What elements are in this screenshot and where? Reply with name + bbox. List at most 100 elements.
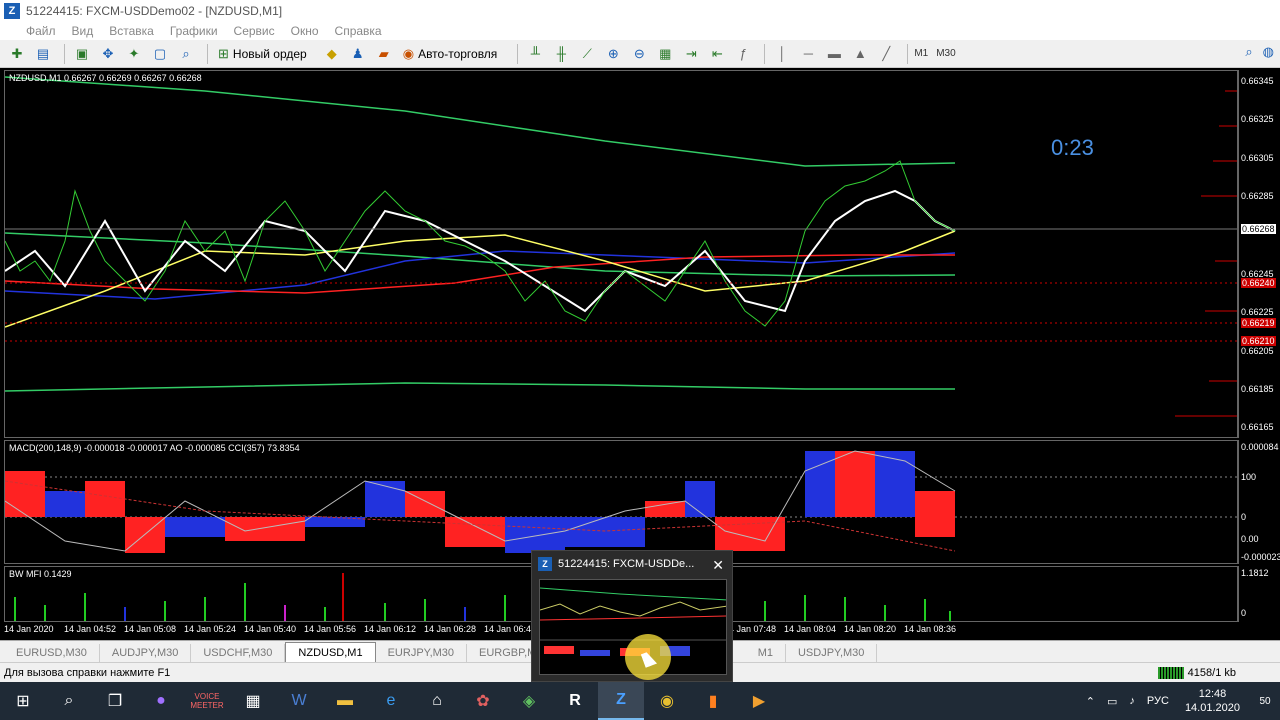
zoom-in-icon[interactable]: ⊕	[602, 44, 624, 64]
stats-app-icon[interactable]: ▮	[690, 682, 736, 720]
menu-tools[interactable]: Сервис	[226, 24, 283, 38]
menu-help[interactable]: Справка	[327, 24, 390, 38]
search-icon[interactable]: ⌕	[1245, 44, 1252, 60]
data-window-icon[interactable]: ✥	[97, 44, 119, 64]
new-chart-icon[interactable]: ✚	[6, 44, 28, 64]
edge-icon[interactable]: e	[368, 682, 414, 720]
search-icon[interactable]: ⌕	[46, 682, 92, 720]
macd-scale[interactable]: 0.000084 100 0 0.00 -0.000023	[1238, 440, 1280, 564]
price-label: 0.66325	[1241, 114, 1274, 124]
time-label: 14 Jan 05:56	[304, 624, 357, 634]
chart-shift-icon[interactable]: ⇤	[706, 44, 728, 64]
menu-view[interactable]: Вид	[64, 24, 102, 38]
metatrader-taskbar-icon[interactable]: Z	[598, 682, 644, 720]
price-label: 0.66305	[1241, 153, 1274, 163]
tab-eurjpy-m30[interactable]: EURJPY,M30	[376, 644, 468, 662]
new-order-label: Новый ордер	[232, 46, 307, 61]
candlestick-icon[interactable]: ╫	[550, 44, 572, 64]
toolbar-separator	[517, 43, 519, 64]
ma-white	[5, 189, 956, 313]
clock-time: 12:48	[1198, 688, 1227, 700]
task-view-icon[interactable]: ❐	[92, 682, 138, 720]
options-icon[interactable]: ▰	[373, 44, 395, 64]
profiles-icon[interactable]: ▤	[32, 44, 54, 64]
rectangle-icon[interactable]: ▬	[823, 44, 845, 64]
network-app-icon[interactable]: ◈	[506, 682, 552, 720]
calculator-icon[interactable]: ▦	[230, 682, 276, 720]
new-order-button[interactable]: ⊞ Новый ордер	[214, 44, 311, 64]
community-icon[interactable]: ◍	[1263, 44, 1274, 60]
tab-usdjpy-m30[interactable]: USDJPY,M30	[786, 644, 878, 662]
tab-usdchf-m30[interactable]: USDCHF,M30	[191, 644, 286, 662]
macd-pane[interactable]: MACD(200,148,9) -0.000018 -0.000017 AO -…	[4, 440, 1238, 564]
thumb-ma-green	[540, 587, 726, 601]
bar-chart-icon[interactable]: ╨	[524, 44, 546, 64]
mfi-scale-label: 1.1812	[1241, 568, 1269, 578]
zoom-out-icon[interactable]: ⊖	[628, 44, 650, 64]
chrome-icon[interactable]: ◉	[644, 682, 690, 720]
indicators-icon[interactable]: ƒ	[732, 44, 754, 64]
indicator-scale-label: 0	[1241, 512, 1247, 522]
start-button-icon[interactable]: ⊞	[0, 682, 46, 720]
file-explorer-icon[interactable]: ▬	[322, 682, 368, 720]
menu-file[interactable]: Файл	[0, 24, 64, 38]
close-icon[interactable]: ✕	[712, 557, 724, 574]
toolbar-separator	[764, 43, 766, 64]
vertical-line-icon[interactable]: │	[771, 44, 793, 64]
menu-insert[interactable]: Вставка	[101, 24, 162, 38]
market-watch-icon[interactable]: ▣	[71, 44, 93, 64]
clock-date: 14.01.2020	[1184, 702, 1240, 714]
word-icon[interactable]: W	[276, 682, 322, 720]
video-app-icon[interactable]: ▶	[736, 682, 782, 720]
store-icon[interactable]: ⌂	[414, 682, 460, 720]
price-pane[interactable]: NZDUSD,M1 0.66267 0.66269 0.66267 0.6626…	[4, 70, 1238, 438]
r-app-icon[interactable]: R	[552, 682, 598, 720]
help-hint: Для вызова справки нажмите F1	[4, 666, 171, 679]
time-label: 14 Jan 08:20	[844, 624, 897, 634]
notifications-icon[interactable]: 50	[1250, 689, 1280, 713]
paint-icon[interactable]: ✿	[460, 682, 506, 720]
chevron-up-icon[interactable]: ⌃	[1080, 695, 1101, 708]
toolbar-separator	[64, 43, 65, 64]
menu-charts[interactable]: Графики	[162, 24, 226, 38]
tab-eurusd-m30[interactable]: EURUSD,M30	[4, 644, 100, 662]
tab-m1[interactable]: M1	[746, 644, 786, 662]
price-label: 0.66165	[1241, 422, 1274, 432]
tester-icon[interactable]: ⌕	[175, 44, 197, 64]
tab-nzdusd-m1[interactable]: NZDUSD,M1	[285, 642, 376, 662]
mfi-scale-label: 0	[1241, 608, 1247, 618]
network-icon[interactable]: ▭	[1101, 695, 1123, 708]
toolbar: ✚ ▤ ▣ ✥ ✦ ▢ ⌕ ⊞ Новый ордер ◆ ♟ ▰ ◉ Авто-т…	[0, 40, 1280, 68]
menu-window[interactable]: Окно	[283, 24, 327, 38]
toolbar-separator	[207, 43, 208, 64]
cortana-icon[interactable]: ●	[138, 682, 184, 720]
preview-header: Z 51224415: FXCM-USDDe... ✕	[532, 551, 732, 577]
clock[interactable]: 12:48 14.01.2020	[1175, 687, 1250, 715]
toolbar-right: ⌕ ◍	[1245, 44, 1274, 60]
tab-audjpy-m30[interactable]: AUDJPY,M30	[100, 644, 192, 662]
mfi-label: BW MFI 0.1429	[9, 569, 72, 579]
auto-trading-button[interactable]: ◉ Авто-торговля	[399, 44, 502, 64]
connection-status[interactable]: 4158/1 kb	[1157, 666, 1236, 679]
voicemeeter-app[interactable]: VOICE MEETER	[184, 682, 230, 720]
price-scale[interactable]: 0.66345 0.66325 0.66305 0.66285 0.66268 …	[1238, 70, 1276, 438]
volume-icon[interactable]: ♪	[1123, 695, 1141, 707]
terminal-icon[interactable]: ▢	[149, 44, 171, 64]
timeframe-m1-button[interactable]: M1	[914, 48, 928, 59]
triangle-icon[interactable]: ▲	[849, 44, 871, 64]
navigator-icon[interactable]: ✦	[123, 44, 145, 64]
time-label: 14 Jan 06:28	[424, 624, 477, 634]
auto-scroll-icon[interactable]: ⇥	[680, 44, 702, 64]
price-label: 0.66225	[1241, 307, 1274, 317]
horizontal-line-icon[interactable]: ─	[797, 44, 819, 64]
mfi-scale[interactable]: 1.1812 0	[1238, 566, 1276, 622]
input-language[interactable]: РУС	[1141, 695, 1175, 707]
trendline-icon[interactable]: ╱	[875, 44, 897, 64]
time-label: 14 Jan 08:36	[904, 624, 957, 634]
signals-icon[interactable]: ♟	[347, 44, 369, 64]
price-label: 0.66285	[1241, 191, 1274, 201]
tile-windows-icon[interactable]: ▦	[654, 44, 676, 64]
line-chart-icon[interactable]: ⟋	[576, 44, 598, 64]
metaeditor-icon[interactable]: ◆	[321, 44, 343, 64]
timeframe-m30-button[interactable]: M30	[936, 48, 955, 59]
